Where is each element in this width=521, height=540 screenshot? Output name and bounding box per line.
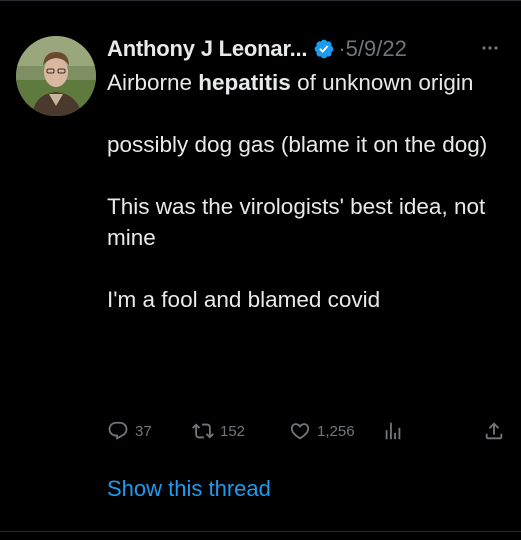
tweet[interactable]: Anthony J Leonar... · 5/9/22 Airborne he… <box>0 0 521 540</box>
reply-count: 37 <box>135 422 152 440</box>
avatar[interactable] <box>16 36 96 116</box>
action-bar: 37 152 1,256 <box>107 418 507 444</box>
tweet-body: Airborne hepatitis of unknown origin pos… <box>107 67 507 315</box>
views-button[interactable] <box>382 418 404 444</box>
share-button[interactable] <box>483 418 505 444</box>
views-bar-chart-icon <box>382 420 404 442</box>
bottom-divider <box>0 531 521 532</box>
reply-icon <box>107 420 129 442</box>
top-divider <box>0 0 521 1</box>
retweet-button[interactable]: 152 <box>192 418 245 444</box>
tweet-paragraph-4: I'm a fool and blamed covid <box>107 287 381 312</box>
verified-badge-icon <box>313 38 335 60</box>
tweet-date[interactable]: 5/9/22 <box>346 36 407 62</box>
retweet-icon <box>192 420 214 442</box>
bold-keyword: hepatitis <box>198 70 291 95</box>
text-segment: Airborne <box>107 70 199 95</box>
tweet-paragraph-3: This was the virologists' best idea, not… <box>107 194 486 250</box>
share-icon <box>483 420 505 442</box>
show-thread-link[interactable]: Show this thread <box>107 476 271 502</box>
text-segment: of unknown origin <box>290 70 474 95</box>
tweet-paragraph-2: possibly dog gas (blame it on the dog) <box>107 132 488 157</box>
avatar-image <box>16 36 96 116</box>
more-horizontal-icon[interactable] <box>479 38 501 58</box>
retweet-count: 152 <box>220 422 246 440</box>
like-count: 1,256 <box>317 422 355 440</box>
like-button[interactable]: 1,256 <box>289 418 355 444</box>
tweet-paragraph-1: Airborne hepatitis of unknown origin <box>107 67 507 98</box>
heart-icon <box>289 420 311 442</box>
author-display-name[interactable]: Anthony J Leonar... <box>107 36 308 62</box>
reply-button[interactable]: 37 <box>107 418 152 444</box>
tweet-header: Anthony J Leonar... · 5/9/22 <box>107 33 407 65</box>
header-separator: · <box>338 36 346 61</box>
